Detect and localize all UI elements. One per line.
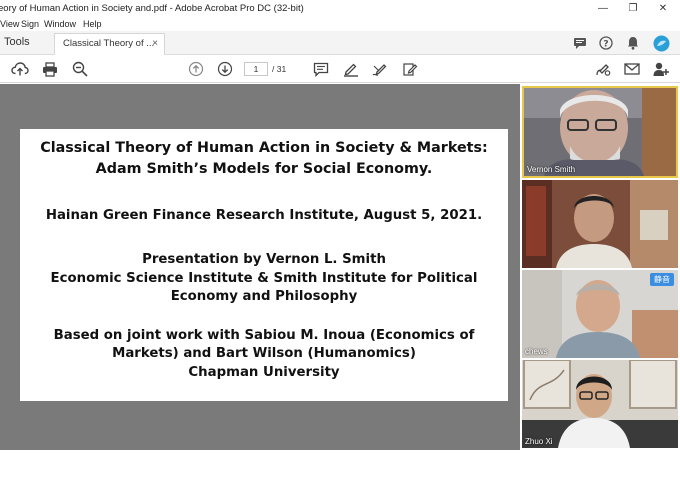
tab-document[interactable]: Classical Theory of ... × bbox=[54, 33, 165, 55]
email-icon[interactable] bbox=[623, 60, 641, 78]
comment-icon[interactable] bbox=[312, 60, 330, 78]
video-tile-vernon-smith[interactable]: Vernon Smith bbox=[522, 86, 678, 178]
video-gallery: Vernon Smith 静音 chews Zhuo Xi bbox=[520, 84, 680, 450]
bottom-area bbox=[0, 450, 680, 480]
close-button[interactable]: ✕ bbox=[648, 0, 678, 18]
draw-freehand-icon[interactable] bbox=[371, 60, 389, 78]
minimize-button[interactable]: — bbox=[588, 0, 618, 18]
account-avatar-icon[interactable] bbox=[652, 34, 670, 52]
fill-sign-icon[interactable] bbox=[401, 60, 419, 78]
next-page-icon[interactable] bbox=[216, 60, 234, 78]
bell-icon[interactable] bbox=[625, 35, 641, 51]
tab-tools[interactable]: Tools bbox=[4, 31, 30, 54]
participant-name: chews bbox=[525, 347, 548, 356]
menu-bar: View Sign Window Help bbox=[0, 18, 680, 31]
slide-venue: Hainan Green Finance Research Institute,… bbox=[45, 208, 483, 223]
main-toolbar: 1 / 31 bbox=[0, 55, 680, 83]
video-tile-chews[interactable]: 静音 chews bbox=[522, 270, 678, 358]
participant-name: Vernon Smith bbox=[527, 165, 576, 174]
slide-joint-work-line-2: Markets) and Bart Wilson (Humanomics) bbox=[112, 346, 416, 361]
menu-view[interactable]: View bbox=[0, 18, 19, 30]
slide-title-line-1: Classical Theory of Human Action in Soci… bbox=[40, 140, 488, 156]
menu-help[interactable]: Help bbox=[83, 18, 102, 30]
svg-text:?: ? bbox=[603, 40, 608, 50]
protect-pen-icon[interactable] bbox=[594, 60, 612, 78]
participant-video bbox=[522, 360, 678, 448]
muted-badge: 静音 bbox=[650, 273, 674, 286]
print-icon[interactable] bbox=[41, 60, 59, 78]
video-tile-zhuo-xi[interactable]: Zhuo Xi bbox=[522, 360, 678, 448]
page-number-input[interactable]: 1 bbox=[244, 62, 268, 76]
tab-bar: Tools Classical Theory of ... × ? bbox=[0, 31, 680, 55]
window-titlebar: eory of Human Action in Society and.pdf … bbox=[0, 0, 680, 18]
document-viewer[interactable]: Classical Theory of Human Action in Soci… bbox=[0, 84, 520, 450]
tab-close-icon[interactable]: × bbox=[152, 34, 158, 54]
menu-window[interactable]: Window bbox=[44, 18, 76, 30]
help-icon[interactable]: ? bbox=[598, 35, 614, 51]
participant-video bbox=[524, 88, 676, 176]
slide-presenter: Presentation by Vernon L. Smith bbox=[142, 252, 386, 267]
slide-affiliation-line-2: Economy and Philosophy bbox=[170, 289, 358, 304]
pdf-slide-page: Classical Theory of Human Action in Soci… bbox=[20, 129, 508, 401]
page-total-count: / 31 bbox=[272, 64, 287, 74]
slide-joint-work-line-1: Based on joint work with Sabiou M. Inoua… bbox=[53, 328, 475, 343]
zoom-out-icon[interactable] bbox=[71, 60, 89, 78]
comment-bubble-icon[interactable] bbox=[572, 35, 588, 51]
menu-sign[interactable]: Sign bbox=[21, 18, 39, 30]
cloud-upload-icon[interactable] bbox=[11, 60, 29, 78]
participant-video bbox=[522, 180, 678, 268]
video-tile-participant-2[interactable] bbox=[522, 180, 678, 268]
participant-name: Zhuo Xi bbox=[525, 437, 553, 446]
slide-university: Chapman University bbox=[188, 365, 340, 380]
restore-button[interactable]: ❐ bbox=[618, 0, 648, 18]
slide-affiliation-line-1: Economic Science Institute & Smith Insti… bbox=[50, 271, 478, 286]
highlight-pen-icon[interactable] bbox=[342, 60, 360, 78]
slide-title-line-2: Adam Smith’s Models for Social Economy. bbox=[95, 161, 433, 177]
tab-document-label: Classical Theory of ... bbox=[63, 38, 155, 49]
window-title: eory of Human Action in Society and.pdf … bbox=[0, 3, 304, 14]
previous-page-icon[interactable] bbox=[187, 60, 205, 78]
add-user-icon[interactable] bbox=[652, 60, 670, 78]
